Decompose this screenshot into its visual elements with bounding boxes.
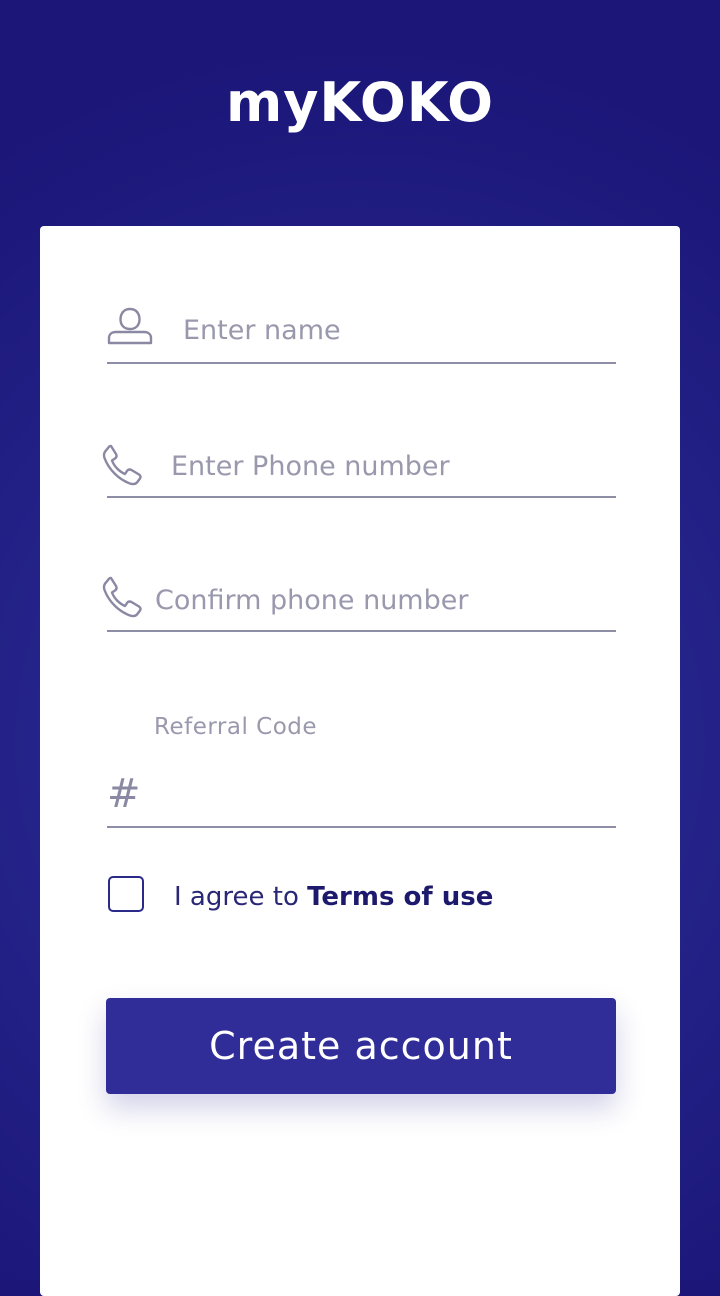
terms-prefix: I agree to [174,882,299,912]
referral-code-input[interactable] [155,776,605,816]
phone-input[interactable] [171,446,611,486]
referral-code-field[interactable]: # [107,766,616,828]
referral-code-label: Referral Code [154,714,318,740]
terms-text: I agree to Terms of use [174,882,493,912]
create-account-button[interactable]: Create account [106,998,616,1094]
terms-of-use-link[interactable]: Terms of use [307,882,493,912]
terms-checkbox[interactable] [108,876,144,912]
name-field[interactable] [107,302,616,364]
user-icon [107,307,153,345]
phone-icon [102,576,142,618]
terms-row: I agree to Terms of use [108,876,628,916]
app-title: myKOKO [225,71,495,134]
name-input[interactable] [183,310,603,350]
confirm-phone-input[interactable] [155,580,615,620]
signup-card: Referral Code # I agree to Terms of use … [40,226,680,1296]
hash-icon: # [107,771,141,817]
phone-field[interactable] [102,436,616,498]
phone-icon [102,444,142,486]
confirm-phone-field[interactable] [102,572,616,632]
